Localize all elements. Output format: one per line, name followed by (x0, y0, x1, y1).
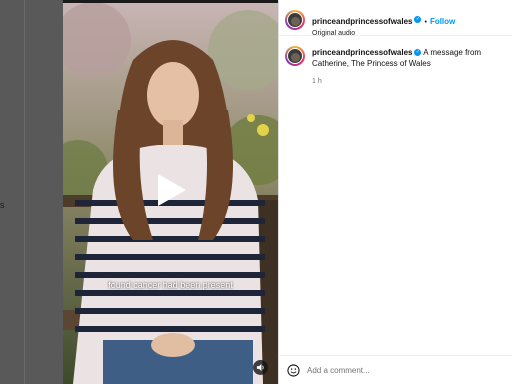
audio-row: Original audio (312, 22, 355, 40)
post-details-panel: princeandprincessofwales ✓ • Follow Origina… (278, 0, 512, 384)
play-button[interactable] (152, 172, 188, 208)
play-icon (158, 174, 186, 206)
background-text: s (0, 200, 5, 210)
emoji-button[interactable] (287, 364, 300, 377)
caption-verified-badge-icon: ✓ (414, 49, 422, 57)
video-subtitle: found cancer had been present (63, 275, 278, 293)
separator-dot: • (424, 19, 427, 26)
follow-button[interactable]: Follow (430, 17, 455, 26)
timestamp-row: 1 h (312, 70, 322, 88)
emoji-icon (287, 364, 300, 377)
post-header: princeandprincessofwales ✓ • Follow Origina… (279, 0, 512, 37)
comment-bar (279, 355, 512, 384)
avatar[interactable] (285, 10, 305, 30)
verified-badge-icon: ✓ (414, 16, 422, 24)
caption-body: princeandprincessofwales ✓ A message from… (312, 47, 512, 69)
caption-avatar[interactable] (285, 46, 305, 66)
comment-input[interactable] (307, 362, 507, 378)
post-timestamp[interactable]: 1 h (312, 78, 322, 85)
original-audio-link[interactable]: Original audio (312, 30, 355, 37)
screen: s found cancer had been present princean… (0, 0, 512, 384)
subtitle-text: found cancer had been present (108, 280, 233, 290)
speaker-icon (256, 363, 264, 372)
dimmed-feed-background: s (0, 0, 63, 384)
mute-toggle-button[interactable] (253, 360, 268, 375)
caption-username[interactable]: princeandprincessofwales (312, 48, 412, 57)
background-divider (24, 0, 25, 384)
video-top-edge (63, 0, 278, 3)
